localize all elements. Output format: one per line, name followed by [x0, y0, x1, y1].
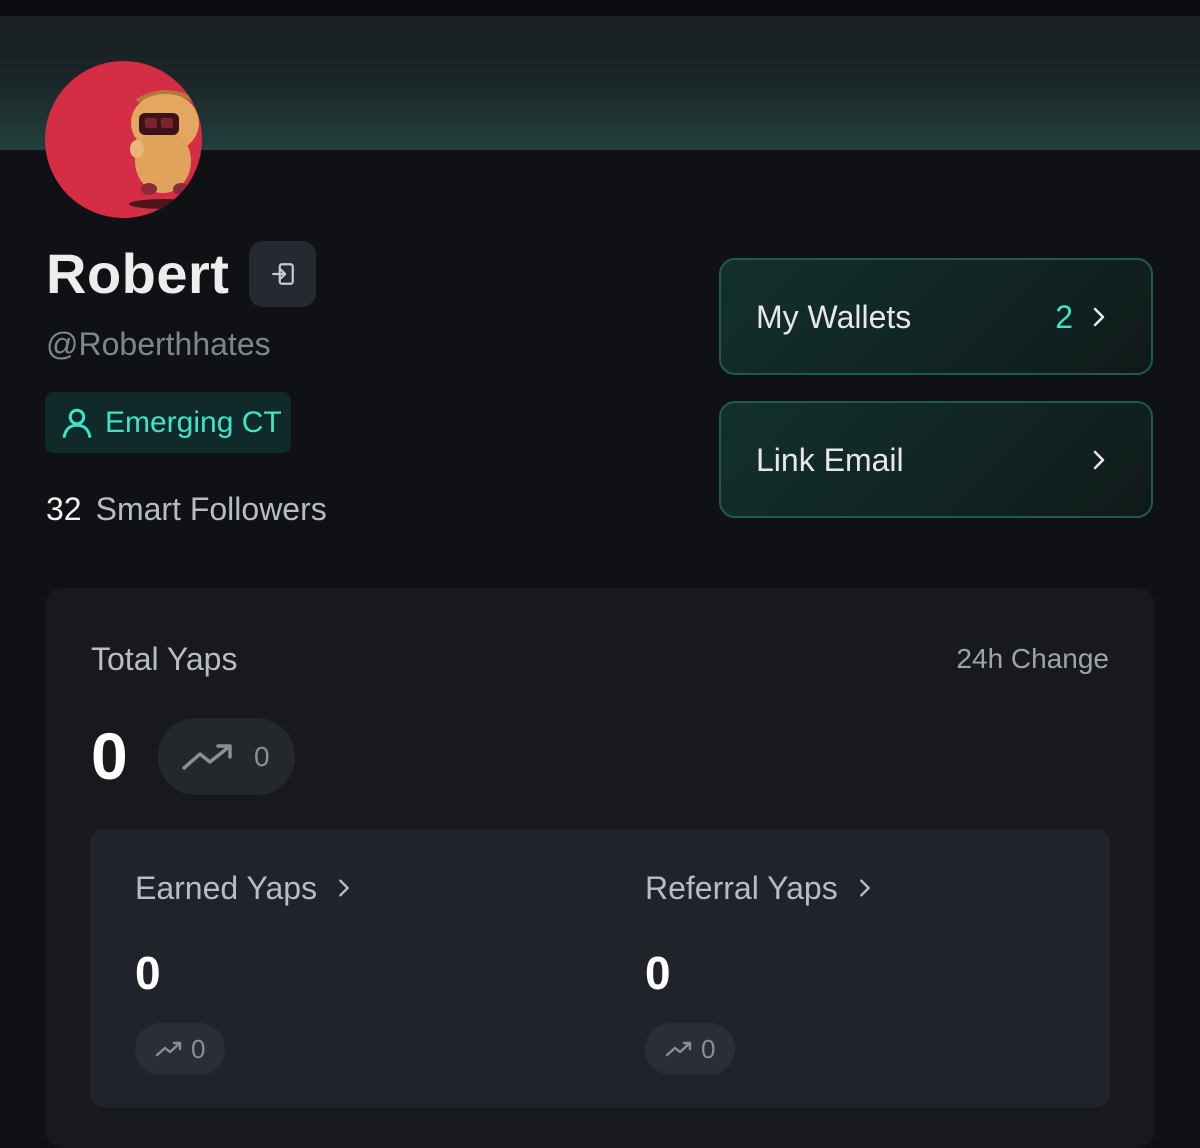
earned-yaps: Earned Yaps 0 0: [135, 829, 615, 1108]
link-email-label: Link Email: [756, 441, 904, 478]
user-icon: [62, 408, 92, 438]
chevron-right-icon: [1093, 450, 1105, 469]
trending-up-icon: [665, 1041, 692, 1057]
logout-icon: [271, 263, 294, 285]
chevron-right-icon: [1093, 307, 1105, 326]
earned-yaps-change: 0: [191, 1034, 206, 1064]
chevron-right-icon: [339, 879, 349, 897]
referral-yaps-change-pill: 0: [645, 1023, 735, 1075]
wallet-count: 2: [1055, 298, 1073, 335]
referral-yaps-change: 0: [701, 1034, 716, 1064]
yaps-panel: Total Yaps 24h Change 0 0 Earned Yaps 0 …: [45, 588, 1155, 1148]
total-yaps-value: 0: [91, 719, 128, 793]
avatar-image: [129, 90, 201, 209]
earned-yaps-link[interactable]: Earned Yaps: [135, 869, 355, 907]
logout-button[interactable]: [249, 241, 316, 307]
badge-label: Emerging CT: [105, 405, 282, 439]
earned-yaps-change-pill: 0: [135, 1023, 225, 1075]
my-wallets-button[interactable]: My Wallets 2: [719, 258, 1153, 375]
my-wallets-label: My Wallets: [756, 298, 912, 335]
trending-up-icon: [155, 1041, 182, 1057]
link-email-button[interactable]: Link Email: [719, 401, 1153, 518]
profile-handle[interactable]: @Roberthhates: [46, 325, 271, 363]
smart-followers-count: 32: [46, 491, 82, 527]
referral-yaps-value: 0: [645, 947, 671, 999]
smart-followers: 32 Smart Followers: [46, 490, 327, 528]
earned-yaps-value: 0: [135, 947, 161, 999]
avatar[interactable]: [45, 61, 202, 218]
referral-yaps-link[interactable]: Referral Yaps: [645, 869, 876, 907]
earned-yaps-label: Earned Yaps: [135, 870, 318, 906]
smart-followers-label: Smart Followers: [95, 491, 327, 527]
total-yaps-label: Total Yaps: [91, 641, 238, 677]
referral-yaps-label: Referral Yaps: [645, 870, 838, 906]
yaps-breakdown: Earned Yaps 0 0 Referral Yaps 0 0: [90, 829, 1110, 1108]
top-strip: [0, 0, 1200, 16]
trending-up-icon: [182, 743, 232, 770]
profile-name: Robert: [46, 242, 230, 305]
referral-yaps: Referral Yaps 0 0: [645, 829, 1085, 1108]
total-yaps-change-pill: 0: [158, 718, 295, 795]
chevron-right-icon: [859, 879, 870, 897]
status-badge: Emerging CT: [45, 392, 291, 453]
total-yaps-change: 0: [254, 740, 270, 772]
change-24h-label: 24h Change: [956, 643, 1109, 674]
